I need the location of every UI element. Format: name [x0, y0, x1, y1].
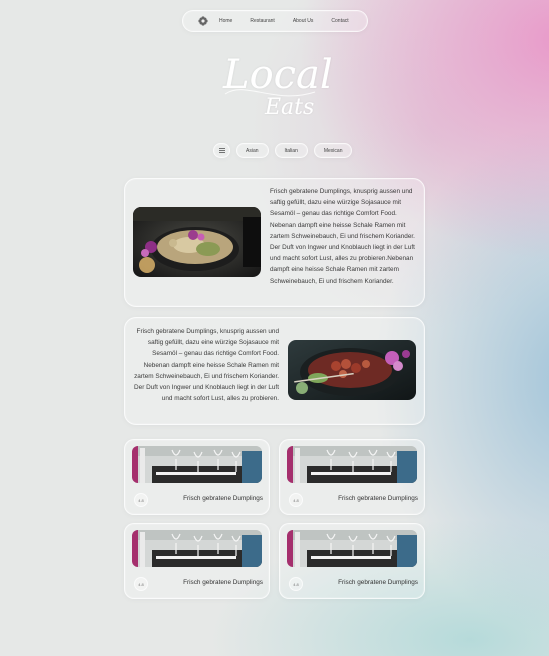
top-nav: Home Restaurant About Us Contact [182, 10, 368, 32]
restaurant-card[interactable]: 4.8 Frisch gebratene Dumplings [124, 523, 270, 599]
restaurant-card-title: Frisch gebratene Dumplings [338, 579, 418, 586]
nav-link-contact[interactable]: Contact [331, 18, 348, 24]
poke-bowl-photo [288, 340, 416, 400]
restaurant-card-title: Frisch gebratene Dumplings [183, 495, 263, 502]
flower-icon[interactable] [197, 15, 209, 27]
brand-logo: Local Eats [215, 50, 335, 130]
restaurant-card[interactable]: 4.8 Frisch gebratene Dumplings [124, 439, 270, 515]
nav-link-about-us[interactable]: About Us [293, 18, 314, 24]
category-filters: Asian Italian Mexican [213, 143, 353, 158]
rating-badge: 4.8 [289, 577, 303, 591]
brand-line-1: Local [222, 52, 333, 98]
feature-card-description: Frisch gebratene Dumplings, knusprig aus… [134, 328, 279, 403]
nav-link-restaurant[interactable]: Restaurant [250, 18, 274, 24]
filter-chip-asian[interactable]: Asian [236, 143, 269, 158]
restaurant-thumbnail [287, 446, 417, 483]
rating-badge: 4.8 [289, 493, 303, 507]
restaurant-card[interactable]: 4.8 Frisch gebratene Dumplings [279, 439, 425, 515]
restaurant-thumbnail [132, 530, 262, 567]
rating-badge: 4.8 [134, 493, 148, 507]
feature-card-description: Frisch gebratene Dumplings, knusprig aus… [270, 188, 415, 285]
brand-line-2: Eats [264, 95, 314, 120]
feature-card[interactable]: Frisch gebratene Dumplings, knusprig aus… [124, 317, 425, 425]
restaurant-card[interactable]: 4.8 Frisch gebratene Dumplings [279, 523, 425, 599]
filter-chip-italian[interactable]: Italian [274, 143, 308, 158]
restaurant-thumbnail [132, 446, 262, 483]
nav-link-home[interactable]: Home [219, 18, 232, 24]
feature-card[interactable]: Frisch gebratene Dumplings, knusprig aus… [124, 178, 425, 307]
restaurant-card-title: Frisch gebratene Dumplings [338, 495, 418, 502]
filter-menu-button[interactable] [213, 143, 230, 158]
filter-chip-mexican[interactable]: Mexican [313, 143, 353, 158]
noodle-bowl-photo [133, 207, 261, 277]
restaurant-thumbnail [287, 530, 417, 567]
list-icon [218, 148, 225, 153]
restaurant-card-title: Frisch gebratene Dumplings [183, 579, 263, 586]
rating-badge: 4.8 [134, 577, 148, 591]
